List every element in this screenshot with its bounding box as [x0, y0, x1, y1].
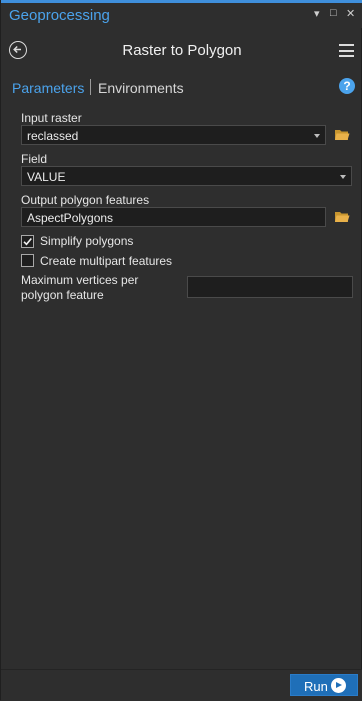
chevron-down-icon — [340, 175, 346, 179]
run-button[interactable]: Run — [290, 674, 358, 696]
browse-folder-icon[interactable] — [334, 210, 350, 224]
help-icon[interactable]: ? — [339, 78, 355, 94]
output-features-label: Output polygon features — [21, 193, 150, 207]
tab-divider — [90, 79, 91, 95]
output-features-input[interactable]: AspectPolygons — [21, 207, 326, 227]
pane-options-dropdown-icon[interactable]: ▾ — [314, 7, 320, 20]
field-value: VALUE — [27, 170, 66, 184]
field-label: Field — [21, 152, 48, 166]
tool-header: Raster to Polygon — [1, 28, 362, 74]
create-multipart-label: Create multipart features — [40, 254, 173, 268]
close-icon[interactable]: ✕ — [346, 7, 355, 20]
tab-parameters[interactable]: Parameters — [12, 80, 84, 96]
max-vertices-label-line2: polygon feature — [21, 288, 104, 302]
checkmark-icon — [23, 237, 32, 246]
chevron-down-icon — [314, 134, 320, 138]
tool-tabs: Parameters Environments ? — [1, 74, 362, 102]
simplify-polygons-label: Simplify polygons — [40, 234, 134, 248]
simplify-polygons-checkbox[interactable] — [21, 235, 34, 248]
tab-environments[interactable]: Environments — [98, 80, 184, 96]
play-icon — [331, 678, 346, 693]
restore-icon[interactable]: □ — [330, 7, 337, 19]
tool-title: Raster to Polygon — [122, 42, 242, 59]
input-raster-dropdown[interactable]: reclassed — [21, 125, 326, 145]
input-raster-value: reclassed — [27, 129, 79, 143]
pane-title: Geoprocessing — [9, 7, 110, 24]
menu-icon[interactable] — [339, 44, 354, 57]
geoprocessing-pane: Geoprocessing ▾ □ ✕ Raster to Polygon Pa… — [0, 0, 362, 701]
run-button-label: Run — [304, 679, 328, 694]
input-raster-label: Input raster — [21, 111, 82, 125]
field-dropdown[interactable]: VALUE — [21, 166, 352, 186]
create-multipart-checkbox[interactable] — [21, 254, 34, 267]
browse-folder-icon[interactable] — [334, 128, 350, 142]
pane-titlebar: Geoprocessing ▾ □ ✕ — [1, 3, 362, 28]
pane-footer: Run — [1, 669, 362, 701]
max-vertices-input[interactable] — [187, 276, 353, 298]
max-vertices-label-line1: Maximum vertices per — [21, 273, 139, 287]
output-features-value: AspectPolygons — [27, 211, 114, 225]
